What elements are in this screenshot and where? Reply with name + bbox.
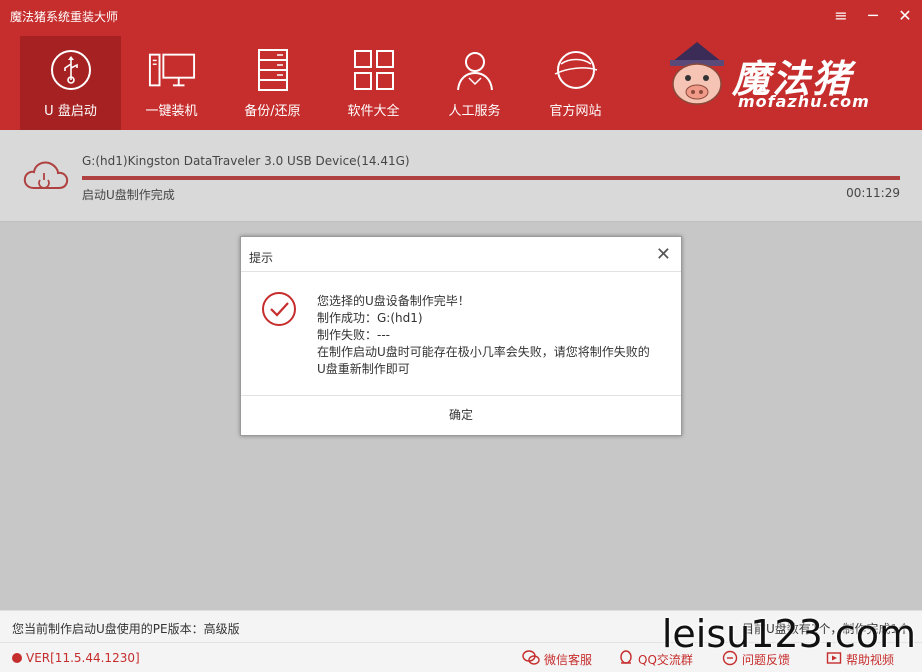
success-dialog: 提示 ✕ 您选择的U盘设备制作完毕！ 制作成功：G:(hd1) 制作失败：---… (240, 236, 682, 436)
nav-support[interactable]: 人工服务 (424, 36, 525, 130)
menu-icon[interactable]: ≡ (834, 6, 848, 26)
dialog-message: 您选择的U盘设备制作完毕！ 制作成功：G:(hd1) 制作失败：--- 在制作启… (317, 293, 667, 378)
nav-usb-boot[interactable]: U 盘启动 (20, 36, 121, 130)
computer-icon (148, 46, 196, 94)
person-icon (451, 46, 499, 94)
nav-label: 备份/还原 (244, 104, 301, 119)
dialog-line: 在制作启动U盘时可能存在极小几率会失败，请您将制作失败的 (317, 345, 650, 359)
close-button[interactable]: ✕ (898, 6, 912, 26)
nav-label: 软件大全 (347, 104, 400, 119)
nav-website[interactable]: 官方网站 (525, 36, 626, 130)
minimize-button[interactable]: ─ (866, 6, 880, 26)
wechat-icon (522, 650, 540, 669)
dialog-close-icon[interactable]: ✕ (656, 245, 671, 265)
grid-icon (350, 46, 398, 94)
dialog-divider (241, 271, 681, 272)
globe-icon (552, 46, 600, 94)
dialog-line: 制作失败：--- (317, 328, 390, 342)
nav-label: 人工服务 (448, 104, 501, 119)
nav-software[interactable]: 软件大全 (323, 36, 424, 130)
usb-icon (47, 46, 95, 94)
logo-subtext: mofazhu.com (738, 92, 870, 111)
window-controls: ≡ ─ ✕ (834, 6, 912, 26)
dialog-line: 制作成功：G:(hd1) (317, 311, 423, 325)
app-header: 魔法猪系统重装大师 ≡ ─ ✕ U 盘启动 一键装机 备份/还原 软件大全 人工… (0, 0, 922, 130)
link-label: 微信客服 (544, 653, 593, 667)
server-icon (249, 46, 297, 94)
version-text: VER[11.5.44.1230] (26, 651, 140, 665)
success-check-icon (262, 292, 296, 326)
nav-label: 官方网站 (549, 104, 602, 119)
brand-logo: 魔法猪 mofazhu.com (662, 40, 902, 112)
nav-label: 一键装机 (145, 104, 198, 119)
pe-version-text: 您当前制作启动U盘使用的PE版本：高级版 (12, 622, 240, 636)
version-dot-icon (12, 653, 22, 663)
pig-mascot-icon (670, 42, 724, 105)
dialog-line: 您选择的U盘设备制作完毕！ (317, 294, 470, 308)
nav-backup-restore[interactable]: 备份/还原 (222, 36, 323, 130)
main-nav: U 盘启动 一键装机 备份/还原 软件大全 人工服务 官方网站 (20, 36, 626, 130)
dialog-line: U盘重新制作即可 (317, 362, 410, 376)
dialog-title: 提示 (249, 251, 274, 265)
ok-button[interactable]: 确定 (241, 396, 681, 435)
nav-one-click-install[interactable]: 一键装机 (121, 36, 222, 130)
nav-label: U 盘启动 (44, 104, 97, 119)
wechat-support-link[interactable]: 微信客服 (522, 650, 592, 669)
window-title: 魔法猪系统重装大师 (10, 10, 119, 24)
site-watermark: leisu123.com (661, 612, 916, 656)
qq-icon (618, 650, 634, 669)
